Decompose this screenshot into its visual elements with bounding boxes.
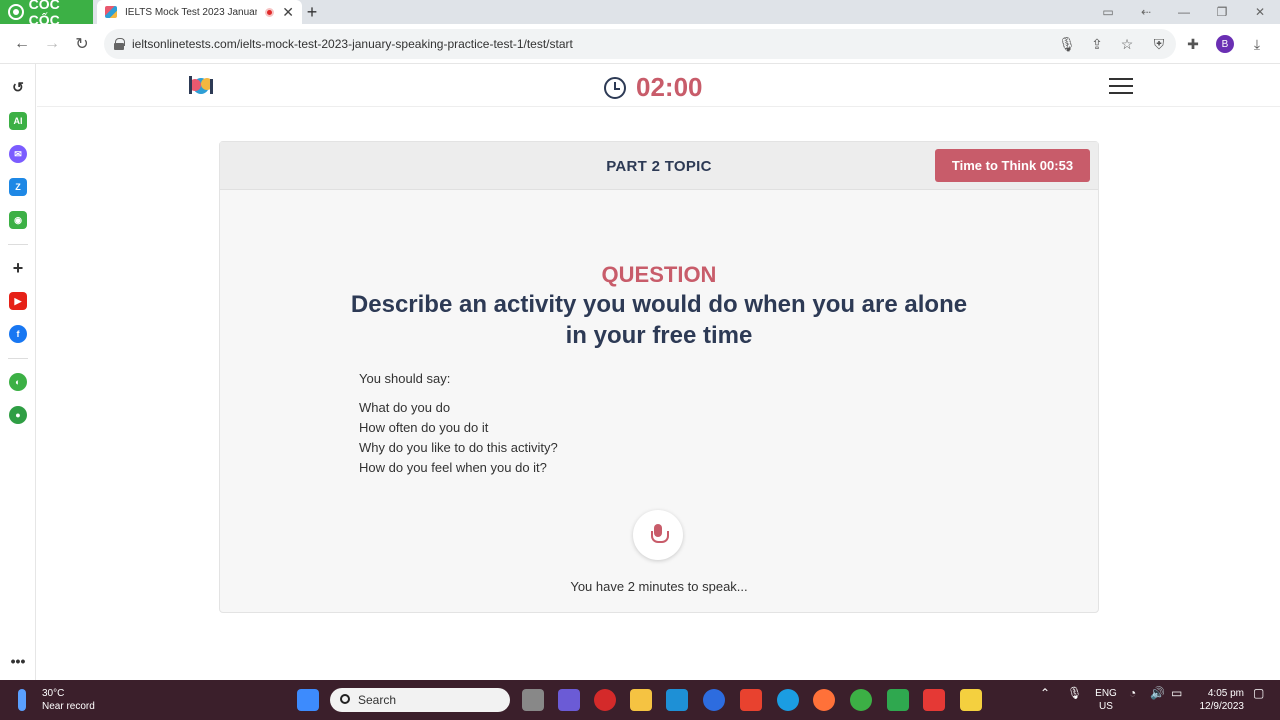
share-icon[interactable]: ⇪ [1087,34,1107,54]
messenger-icon[interactable]: ✉ [9,145,27,163]
language-line: ENG [1095,688,1117,699]
volume-icon[interactable]: 🔊 [1150,687,1165,700]
coccoc-extension-icon[interactable]: ◐ [9,373,27,391]
windows-taskbar: 30°C Near record Search ⌃ 🎙 ENG US ◔ 🔊 ▭… [0,680,1280,720]
weather-note: Near record [42,701,95,712]
screen-search-icon[interactable]: ▭ [1089,0,1127,24]
vivaldi-icon[interactable] [740,689,762,711]
close-window-button[interactable]: ✕ [1241,0,1279,24]
edge-icon[interactable] [777,689,799,711]
browser-titlebar: CỐC CỐC IELTS Mock Test 2023 January ✕ +… [0,0,1280,28]
zoom-icon[interactable] [703,689,725,711]
taskbar-search[interactable]: Search [330,688,510,712]
browser-brand[interactable]: CỐC CỐC [0,0,93,28]
extensions-puzzle-icon[interactable]: ✚ [1183,34,1203,54]
new-tab-button[interactable]: + [305,2,319,23]
cue-points-list: What do you do How often do you do it Wh… [359,398,558,478]
file-explorer-icon[interactable] [630,689,652,711]
site-logo[interactable] [185,73,217,97]
camtasia-icon[interactable] [887,689,909,711]
tray-overflow-chevron-icon[interactable]: ⌃ [1040,687,1050,700]
zalo-icon[interactable]: Z [9,178,27,196]
wifi-icon[interactable]: ◔ [1129,687,1136,700]
opera-icon[interactable] [594,689,616,711]
browser-toolbar: ← → ↻ ieltsonlinetests.com/ielts-mock-te… [0,24,1280,64]
recorder-app-icon[interactable] [923,689,945,711]
firefox-icon[interactable] [813,689,835,711]
facebook-icon[interactable]: f [9,325,27,343]
forward-arrow-icon[interactable]: → [40,32,64,56]
back-arrow-icon[interactable]: ← [10,32,34,56]
app-shortcut-icon[interactable]: ● [9,406,27,424]
tab-title: IELTS Mock Test 2023 January [125,6,258,18]
taskbar-clock[interactable]: 4:05 pm 12/9/2023 [1196,687,1245,713]
card-header: PART 2 TOPIC Time to Think 00:53 [220,142,1098,190]
site-favicon-icon [105,6,117,18]
more-options-icon[interactable]: ••• [9,652,27,670]
shield-extension-icon[interactable]: ⛨ [1149,34,1169,54]
menu-hamburger-icon[interactable] [1109,78,1133,94]
sticky-notes-icon[interactable] [960,689,982,711]
profile-avatar[interactable]: B [1216,35,1234,53]
clock-time: 4:05 pm [1207,688,1244,699]
record-microphone-button[interactable] [633,510,683,560]
task-view-icon[interactable] [522,689,544,711]
you-should-say-label: You should say: [359,371,451,386]
clock-icon [604,76,626,99]
youtube-icon[interactable]: ▶ [9,292,27,310]
sidebar-divider [8,244,28,245]
teams-chat-icon[interactable] [558,689,580,711]
notification-icon[interactable]: ▢ [1253,687,1264,700]
address-bar[interactable]: ieltsonlinetests.com/ielts-mock-test-202… [104,29,1176,59]
lock-icon [114,38,125,50]
bookmark-star-icon[interactable]: ☆ [1117,34,1137,54]
language-indicator[interactable]: ENG US [1094,687,1118,713]
taskbar-search-placeholder: Search [358,693,397,707]
minimize-button[interactable]: — [1165,0,1203,24]
ai-assistant-icon[interactable]: AI [9,112,27,130]
coccoc-logo-icon [8,4,24,20]
search-icon [340,694,350,704]
question-text: Describe an activity you would do when y… [350,291,968,349]
site-header: 02:00 [37,64,1280,107]
time-to-think-button[interactable]: Time to Think 00:53 [935,149,1090,182]
download-icon[interactable]: ⤓ [1247,34,1267,54]
weather-widget[interactable]: 30°C Near record [42,687,95,713]
start-windows-icon[interactable] [297,689,319,711]
back-forward-cache-icon[interactable]: ⇠ [1127,0,1165,24]
address-url: ieltsonlinetests.com/ielts-mock-test-202… [132,37,573,51]
list-item: How do you feel when you do it? [359,460,547,475]
coccoc-taskbar-icon[interactable] [850,689,872,711]
speaking-question-card: PART 2 TOPIC Time to Think 00:53 QUESTIO… [219,141,1099,613]
restore-button[interactable]: ❐ [1203,0,1241,24]
region-line: US [1099,701,1113,712]
recording-indicator-icon [265,7,275,17]
zalo-app-icon[interactable] [666,689,688,711]
clock-date: 12/9/2023 [1199,701,1245,712]
weather-temperature: 30°C [42,688,65,699]
history-icon[interactable]: ↺ [9,78,27,96]
game-controller-icon[interactable]: ◉ [9,211,27,229]
battery-icon[interactable]: ▭ [1171,687,1182,700]
sidebar-divider [8,358,28,359]
tray-microphone-icon[interactable]: 🎙 [1067,687,1082,700]
microphone-icon [651,524,669,546]
browser-sidebar: ↺ AI ✉ Z ◉ + ▶ f ◐ ● ••• [0,64,36,680]
list-item: What do you do [359,400,451,415]
voice-search-icon[interactable]: 🎙 [1057,34,1077,54]
thermometer-icon [18,689,26,711]
speak-instruction: You have 2 minutes to speak... [570,579,748,594]
reload-icon[interactable]: ↻ [70,32,94,56]
timer-value: 02:00 [636,72,703,102]
browser-tab-active[interactable]: IELTS Mock Test 2023 January ✕ [97,0,302,24]
question-label: QUESTION [601,262,717,287]
tab-close-icon[interactable]: ✕ [282,4,294,21]
add-sidebar-item-icon[interactable]: + [9,258,27,278]
list-item: Why do you like to do this activity? [359,440,558,455]
list-item: How often do you do it [359,420,489,435]
countdown-timer: 02:00 [604,72,703,103]
